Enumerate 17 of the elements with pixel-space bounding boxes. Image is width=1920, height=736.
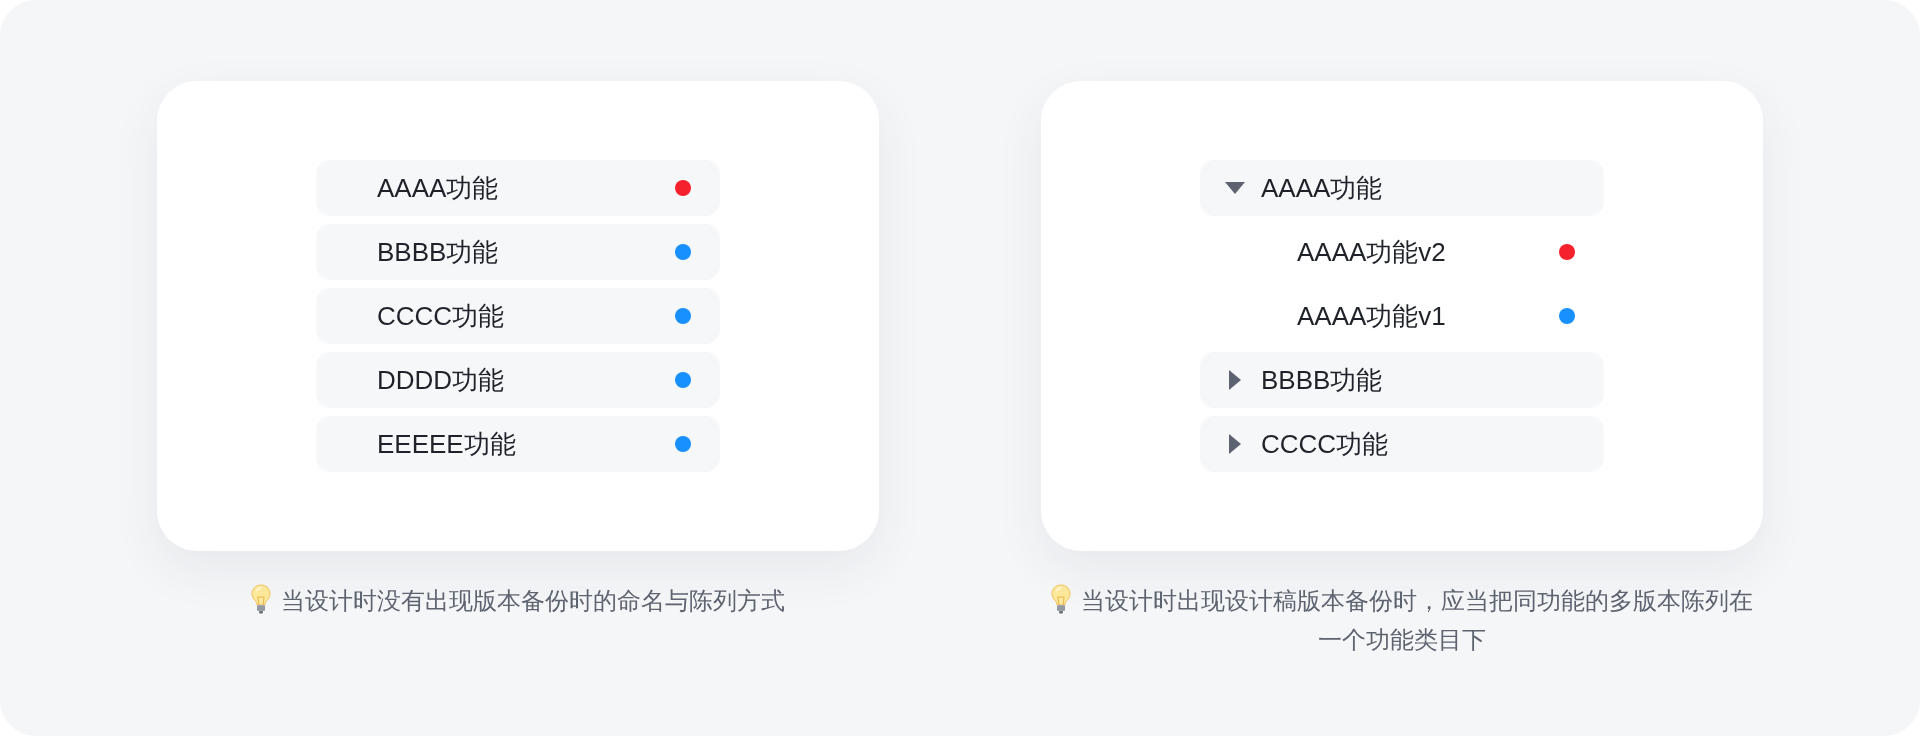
tree-item[interactable]: CCCC功能: [1200, 416, 1604, 472]
tree-item[interactable]: AAAA功能v1: [1200, 288, 1604, 344]
list-item[interactable]: BBBB功能: [316, 224, 720, 280]
lightbulb-icon: [1051, 584, 1071, 614]
caret-down-icon[interactable]: [1225, 182, 1245, 194]
tree-item[interactable]: BBBB功能: [1200, 352, 1604, 408]
tree-item[interactable]: AAAA功能v2: [1200, 224, 1604, 280]
tree-item[interactable]: AAAA功能: [1200, 160, 1604, 216]
list-item[interactable]: CCCC功能: [316, 288, 720, 344]
lightbulb-icon: [251, 584, 271, 614]
caption-text: 当设计时没有出现版本备份时的命名与陈列方式: [281, 587, 785, 614]
caret-right-icon[interactable]: [1229, 434, 1241, 454]
list-item[interactable]: AAAA功能: [316, 160, 720, 216]
caption-text: 当设计时出现设计稿版本备份时，应当把同功能的多版本陈列在一个功能类目下: [1081, 587, 1753, 653]
list-item[interactable]: EEEEE功能: [316, 416, 720, 472]
list-item[interactable]: DDDD功能: [316, 352, 720, 408]
caret-right-icon[interactable]: [1229, 370, 1241, 390]
